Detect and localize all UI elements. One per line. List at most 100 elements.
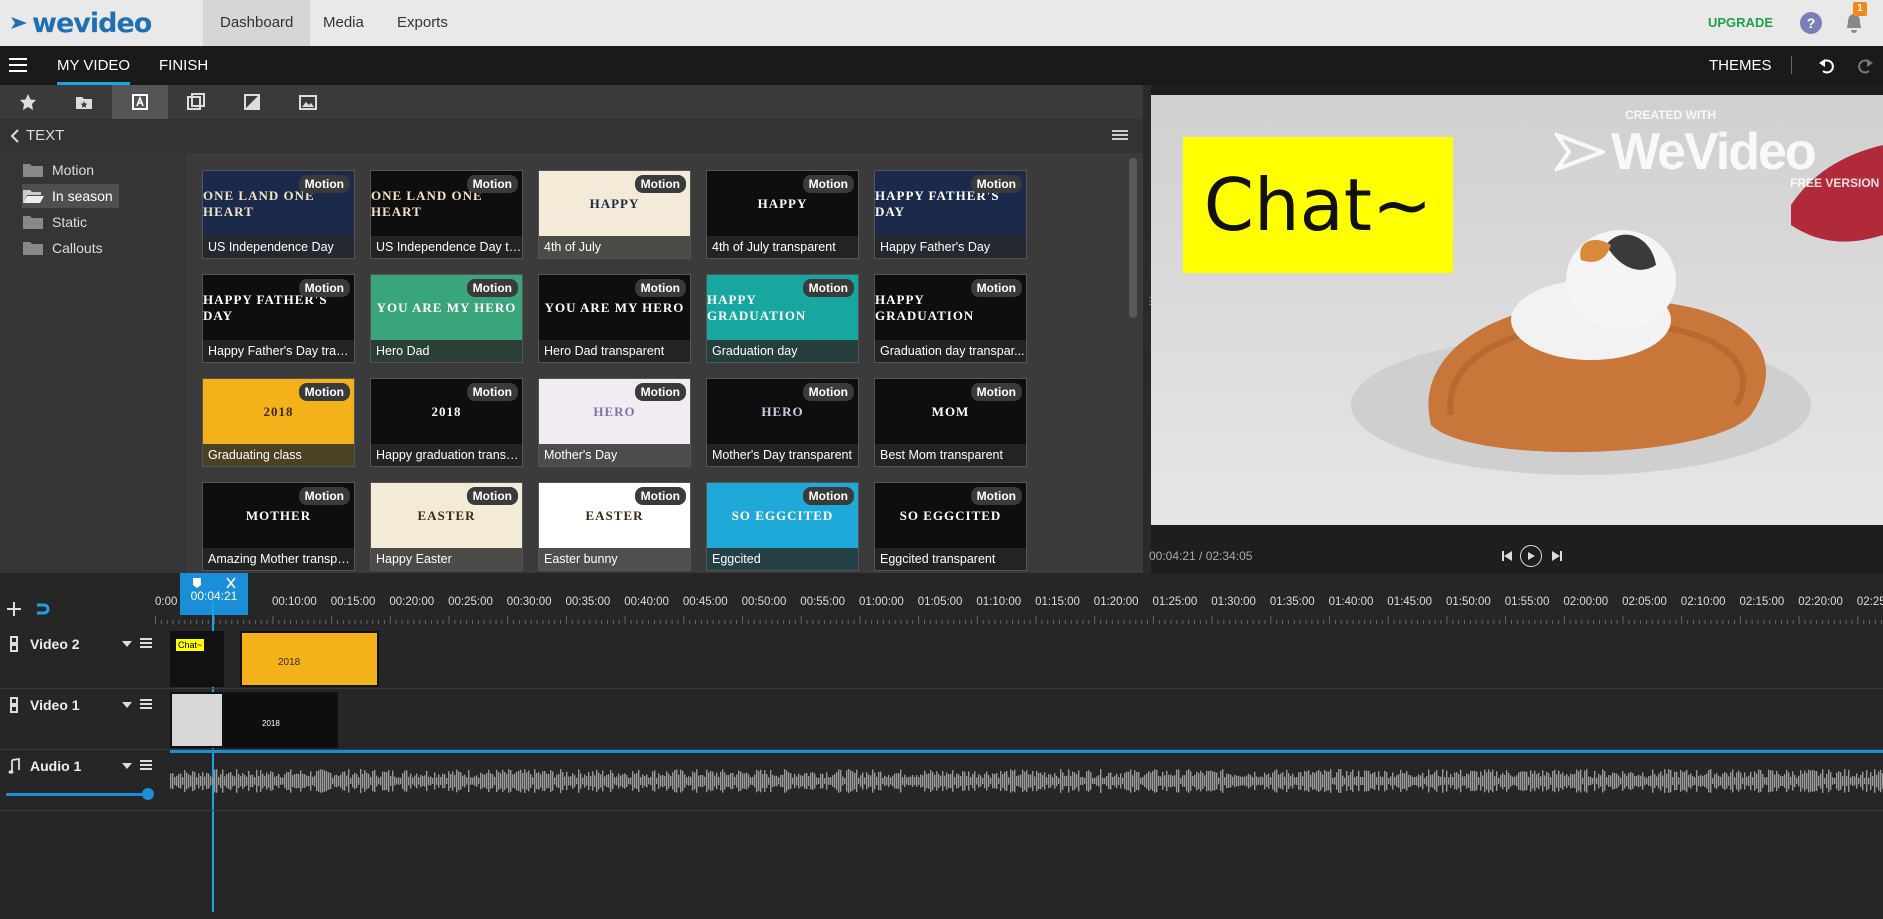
chevron-left-icon xyxy=(10,128,19,143)
undo-button[interactable] xyxy=(1818,57,1836,80)
playhead-handle[interactable]: 00:04:21 xyxy=(180,573,248,615)
track-menu-icon[interactable] xyxy=(140,699,152,709)
template-caption: Happy Father's Day xyxy=(875,236,1026,258)
text-template-card[interactable]: MOM Motion Best Mom transparent xyxy=(874,378,1027,467)
caret-down-icon[interactable] xyxy=(122,640,132,648)
watermark-caption: CREATED WITH xyxy=(1625,108,1717,122)
ruler-tick-label: 00:25:00 xyxy=(448,596,493,608)
ruler-tick-label: 00:15:00 xyxy=(330,596,376,608)
chat-text-overlay[interactable]: Chat~ xyxy=(1183,137,1453,273)
template-art-text: HERO xyxy=(761,403,804,419)
text-template-card[interactable]: HERO Motion Mother's Day transparent xyxy=(706,378,859,467)
panel-menu-button[interactable] xyxy=(1112,128,1128,147)
folder-static[interactable]: Static xyxy=(22,210,93,234)
magnet-snap-button[interactable] xyxy=(35,601,51,622)
hamburger-menu-button[interactable] xyxy=(9,57,27,78)
text-template-card[interactable]: ONE LAND ONE HEART Motion US Independence … xyxy=(202,170,355,259)
text-template-card[interactable]: SO EGGCITED Motion Eggcited transparent xyxy=(874,482,1027,571)
tab-exports[interactable]: Exports xyxy=(380,0,465,46)
panel-resize-handle[interactable]: ⋮ xyxy=(1143,85,1155,573)
ruler-tick-label: 01:15:00 xyxy=(1035,596,1080,608)
text-template-card[interactable]: HAPPY FATHER'S DAY Motion Happy Father's D… xyxy=(874,170,1027,259)
text-template-card[interactable]: SO EGGCITED Motion Eggcited xyxy=(706,482,859,571)
template-caption: Graduation day transpar... xyxy=(875,340,1026,362)
volume-slider[interactable] xyxy=(6,793,148,796)
skip-back-icon xyxy=(1502,551,1512,561)
text-template-card[interactable]: HAPPY Motion 4th of July transparent xyxy=(706,170,859,259)
template-art-text: SO EGGCITED xyxy=(899,507,1002,523)
text-template-card[interactable]: ONE LAND ONE HEART Motion US Independence … xyxy=(370,170,523,259)
folder-callouts[interactable]: Callouts xyxy=(22,236,109,260)
tab-my-video[interactable]: MY VIDEO xyxy=(57,46,131,85)
template-caption: Eggcited xyxy=(707,548,858,570)
play-button[interactable] xyxy=(1520,545,1542,567)
caret-down-icon[interactable] xyxy=(122,762,132,770)
previous-frame-button[interactable] xyxy=(1501,549,1513,567)
folder-in-season[interactable]: In season xyxy=(22,184,119,208)
folder-list: Motion In season Static Callouts xyxy=(0,153,186,573)
favorites-tab[interactable] xyxy=(0,85,56,119)
graphics-tab[interactable] xyxy=(224,85,280,119)
marker-icon xyxy=(193,578,201,588)
text-template-card[interactable]: 2018 Motion Graduating class xyxy=(202,378,355,467)
wevideo-watermark-icon xyxy=(1555,132,1605,172)
motion-badge: Motion xyxy=(466,279,518,297)
next-frame-button[interactable] xyxy=(1551,549,1563,567)
upgrade-link[interactable]: UPGRADE xyxy=(1708,15,1773,30)
folder-motion[interactable]: Motion xyxy=(22,158,100,182)
cat-video-clip[interactable] xyxy=(170,692,224,748)
my-media-tab[interactable] xyxy=(56,85,112,119)
text-template-card[interactable]: YOU ARE MY HERO Motion Hero Dad xyxy=(370,274,523,363)
list-menu-icon xyxy=(1112,130,1128,140)
text-template-card[interactable]: EASTER Motion Happy Easter xyxy=(370,482,523,571)
wevideo-watermark: CREATED WITH WeVideo FREE VERSION xyxy=(1555,108,1879,190)
caret-down-icon[interactable] xyxy=(122,701,132,709)
text-template-card[interactable]: HERO Motion Mother's Day xyxy=(538,378,691,467)
text-template-card[interactable]: HAPPY Motion 4th of July xyxy=(538,170,691,259)
template-caption: Mother's Day transparent xyxy=(707,444,858,466)
redo-button[interactable] xyxy=(1856,57,1874,80)
ruler-tick-label: 02:05:00 xyxy=(1622,596,1667,608)
text-template-card[interactable]: 2018 Motion Happy graduation transp... xyxy=(370,378,523,467)
ruler-tick-label: 02:10:00 xyxy=(1680,596,1726,608)
tab-dashboard[interactable]: Dashboard xyxy=(203,0,311,46)
tab-finish[interactable]: FINISH xyxy=(159,46,208,85)
ruler-tick-label: 00:10:00 xyxy=(272,596,317,608)
add-track-button[interactable] xyxy=(7,602,21,621)
text-template-card[interactable]: MOTHER Motion Amazing Mother transpa... xyxy=(202,482,355,571)
back-to-text-button[interactable]: TEXT xyxy=(10,127,64,144)
tab-media[interactable]: Media xyxy=(306,0,381,46)
motion-badge: Motion xyxy=(802,383,854,401)
text-template-card[interactable]: EASTER Motion Easter bunny xyxy=(538,482,691,571)
text-template-card[interactable]: HAPPY FATHER'S DAY Motion Happy Father's D… xyxy=(202,274,355,363)
backgrounds-tab[interactable] xyxy=(280,85,336,119)
graduation-transparent-clip[interactable]: 2018 xyxy=(222,692,338,748)
ruler-tick-label: 00:50:00 xyxy=(741,596,787,608)
help-button[interactable]: ? xyxy=(1800,12,1822,34)
wevideo-logo-icon xyxy=(11,17,27,29)
skip-forward-icon xyxy=(1552,551,1562,561)
template-art-text: HERO xyxy=(593,403,636,419)
track-menu-icon[interactable] xyxy=(140,638,152,648)
template-caption: Amazing Mother transpa... xyxy=(203,548,354,570)
timeline-ruler[interactable]: 0:00 00:10:00 00:15:00 00:20:00 00:25:00 00:… xyxy=(155,588,1883,626)
chat-text-clip[interactable]: Chat~ xyxy=(170,631,224,687)
track-menu-icon[interactable] xyxy=(140,760,152,770)
volume-slider-handle[interactable] xyxy=(142,788,154,800)
audio-waveform[interactable] xyxy=(170,754,1883,808)
text-template-card[interactable]: HAPPY GRADUATION Motion Graduation day tra… xyxy=(874,274,1027,363)
motion-badge: Motion xyxy=(970,279,1022,297)
grid-scrollbar-thumb[interactable] xyxy=(1129,158,1137,318)
themes-button[interactable]: THEMES xyxy=(1709,46,1772,85)
text-tab[interactable] xyxy=(112,85,168,119)
ruler-tick-label: 01:20:00 xyxy=(1093,596,1139,608)
wevideo-logo[interactable]: wevideo xyxy=(10,8,152,39)
transitions-tab[interactable] xyxy=(168,85,224,119)
notifications-button[interactable] xyxy=(1843,12,1865,39)
menu-divider xyxy=(1791,56,1792,74)
graduating-class-clip[interactable]: 2018 xyxy=(240,631,379,687)
redo-icon xyxy=(1858,59,1873,74)
template-art-text: YOU ARE MY HERO xyxy=(544,299,685,315)
text-template-card[interactable]: YOU ARE MY HERO Motion Hero Dad transparen… xyxy=(538,274,691,363)
text-template-card[interactable]: HAPPY GRADUATION Motion Graduation day xyxy=(706,274,859,363)
